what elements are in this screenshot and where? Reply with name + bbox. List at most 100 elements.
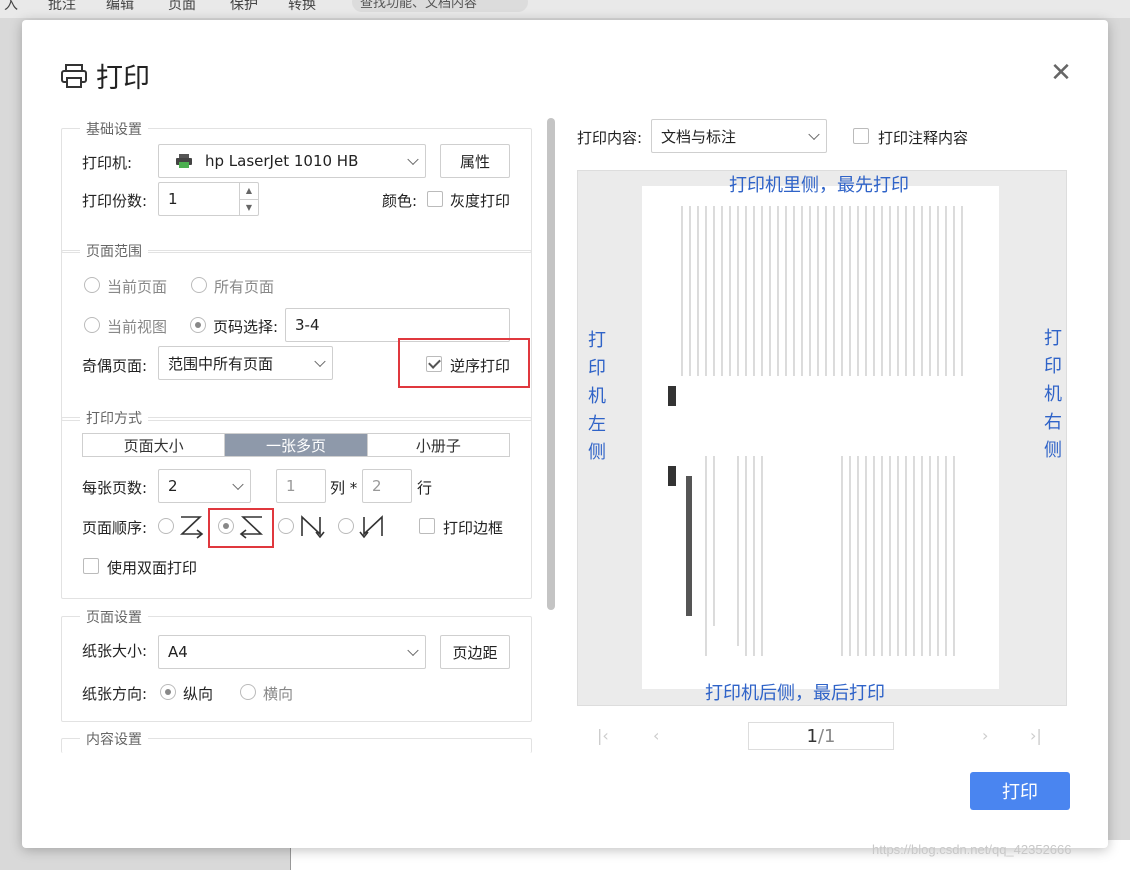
orientation-label: 纸张方向: xyxy=(82,685,148,703)
print-border-checkbox[interactable] xyxy=(419,518,435,534)
menu-item-page[interactable]: 页面 xyxy=(168,0,196,14)
chevron-down-icon xyxy=(232,478,244,491)
all-pages-label: 所有页面 xyxy=(214,278,275,296)
paper-size-value: A4 xyxy=(168,643,188,661)
landscape-label: 横向 xyxy=(263,685,294,703)
menu-item[interactable]: 入 xyxy=(4,0,18,14)
chevron-up-icon[interactable]: ▲ xyxy=(240,183,258,200)
watermark: https://blog.csdn.net/qq_42352666 xyxy=(872,842,1072,857)
chevron-down-icon xyxy=(808,128,820,141)
menu-item-convert[interactable]: 转换 xyxy=(288,0,316,14)
print-annotations-checkbox[interactable] xyxy=(853,128,869,144)
dialog-title: 打印 xyxy=(60,56,150,95)
columns-input[interactable]: 1 xyxy=(276,469,326,503)
chevron-down-icon xyxy=(407,153,419,166)
order-reverse-n-icon xyxy=(359,515,383,539)
tab-booklet[interactable]: 小册子 xyxy=(368,434,509,456)
menu-item-annotate[interactable]: 批注 xyxy=(48,0,76,14)
page-current: 1 xyxy=(806,725,818,747)
page-total: /1 xyxy=(817,725,836,747)
copies-label: 打印份数: xyxy=(82,192,148,210)
print-content-select[interactable]: 文档与标注 xyxy=(651,119,827,153)
next-page-icon[interactable]: › xyxy=(982,726,988,745)
portrait-label: 纵向 xyxy=(183,685,214,703)
odd-even-label: 奇偶页面: xyxy=(82,357,148,375)
close-icon[interactable]: ✕ xyxy=(1048,60,1074,86)
last-page-icon[interactable]: ›| xyxy=(1030,726,1042,745)
order-z-icon xyxy=(179,516,204,539)
chevron-down-icon xyxy=(407,644,419,657)
odd-even-value: 范围中所有页面 xyxy=(168,354,274,373)
print-border-label: 打印边框 xyxy=(443,519,504,537)
radio-all-pages[interactable] xyxy=(191,277,207,293)
paper-size-select[interactable]: A4 xyxy=(158,635,426,669)
print-dialog: 打印 ✕ 基础设置 打印机: hp LaserJet 1010 HB 属性 打印… xyxy=(22,20,1108,848)
note-right: 打印机右侧 xyxy=(1044,328,1062,461)
dialog-title-text: 打印 xyxy=(96,63,150,94)
tab-multi-page[interactable]: 一张多页 xyxy=(225,434,368,456)
page-thumbnail-content xyxy=(668,206,963,656)
order-n-icon xyxy=(301,515,325,539)
print-content-value: 文档与标注 xyxy=(661,127,737,146)
menu-item-protect[interactable]: 保护 xyxy=(230,0,258,14)
page-select-input[interactable]: 3-4 xyxy=(285,308,510,342)
tab-page-size[interactable]: 页面大小 xyxy=(83,434,226,456)
printer-select[interactable]: hp LaserJet 1010 HB xyxy=(158,144,426,178)
print-annotations-label: 打印注释内容 xyxy=(878,129,969,147)
radio-order-n[interactable] xyxy=(278,518,294,534)
legend-page-setup: 页面设置 xyxy=(80,607,148,627)
paper-size-label: 纸张大小: xyxy=(82,642,148,660)
print-content-label: 打印内容: xyxy=(577,129,643,147)
margins-button[interactable]: 页边距 xyxy=(440,635,510,669)
settings-scrollbar[interactable] xyxy=(547,118,555,610)
radio-order-reverse-n[interactable] xyxy=(338,518,354,534)
printer-small-icon xyxy=(176,154,192,168)
highlight-page-order xyxy=(208,508,274,548)
duplex-label: 使用双面打印 xyxy=(107,559,198,577)
menu-item-edit[interactable]: 编辑 xyxy=(106,0,134,14)
copies-input[interactable]: 1 ▲ ▼ xyxy=(158,182,259,216)
properties-button[interactable]: 属性 xyxy=(440,144,510,178)
preview-page xyxy=(642,186,999,689)
page-number-input[interactable]: 1/1 xyxy=(748,722,894,750)
chevron-down-icon[interactable]: ▼ xyxy=(240,200,258,216)
legend-range: 页面范围 xyxy=(80,241,148,261)
radio-order-z[interactable] xyxy=(158,518,174,534)
odd-even-select[interactable]: 范围中所有页面 xyxy=(158,346,333,380)
rows-unit: 行 xyxy=(417,479,433,497)
radio-current-view[interactable] xyxy=(84,317,100,333)
page-select-label: 页码选择: xyxy=(213,318,279,336)
prev-page-icon[interactable]: ‹ xyxy=(653,726,659,745)
legend-content: 内容设置 xyxy=(80,729,148,749)
printer-value: hp LaserJet 1010 HB xyxy=(205,152,359,170)
app-search[interactable]: 查找功能、文档内容 xyxy=(352,0,528,12)
printer-icon xyxy=(61,63,87,88)
page-setup-group: 页面设置 xyxy=(61,607,532,722)
printer-label: 打印机: xyxy=(82,154,133,172)
per-sheet-value: 2 xyxy=(168,477,178,495)
highlight-reverse-print xyxy=(398,338,530,388)
app-menubar: 入 批注 编辑 页面 保护 转换 查找功能、文档内容 xyxy=(0,0,1130,18)
per-sheet-select[interactable]: 2 xyxy=(158,469,251,503)
current-page-label: 当前页面 xyxy=(107,278,168,296)
duplex-checkbox[interactable] xyxy=(83,558,99,574)
legend-mode: 打印方式 xyxy=(80,408,148,428)
radio-portrait[interactable] xyxy=(160,684,176,700)
first-page-icon[interactable]: |‹ xyxy=(597,726,609,745)
chevron-down-icon xyxy=(314,355,326,368)
current-view-label: 当前视图 xyxy=(107,318,168,336)
print-button[interactable]: 打印 xyxy=(970,772,1070,810)
content-settings-group: 内容设置 xyxy=(61,729,532,753)
columns-unit: 列 * xyxy=(330,479,358,497)
radio-landscape[interactable] xyxy=(240,684,256,700)
per-sheet-label: 每张页数: xyxy=(82,479,148,497)
grayscale-checkbox[interactable] xyxy=(427,191,443,207)
radio-current-page[interactable] xyxy=(84,277,100,293)
radio-page-select[interactable] xyxy=(190,317,206,333)
page-order-label: 页面顺序: xyxy=(82,519,148,537)
note-bottom: 打印机后侧，最后打印 xyxy=(705,683,885,704)
note-left: 打印机左侧 xyxy=(588,330,606,463)
copies-stepper[interactable]: ▲ ▼ xyxy=(239,183,258,215)
legend-basic: 基础设置 xyxy=(80,119,148,139)
rows-input[interactable]: 2 xyxy=(362,469,412,503)
